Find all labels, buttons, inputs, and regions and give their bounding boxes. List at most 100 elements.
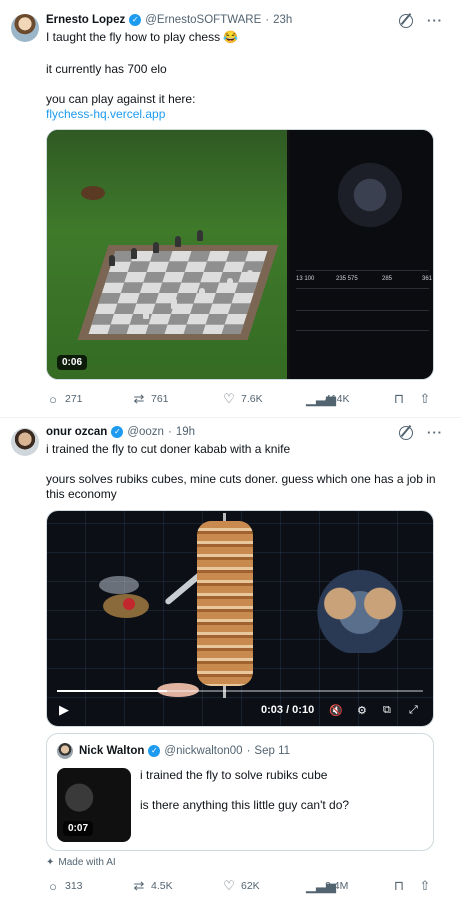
quote-video-thumbnail[interactable]: 0:07 [57,768,131,842]
chess-scene [47,130,287,379]
tweet-header: Ernesto Lopez ✓ @ErnestoSOFTWARE · 23h [46,14,292,26]
reply-icon: ○ [49,391,57,407]
tweet-text-line: yours solves rubiks cubes, mine cuts don… [46,472,436,486]
reply-button[interactable]: ○ 271 [46,392,108,407]
video-player[interactable]: ▶ 0:03 / 0:10 🔇 ⚙ ⧉ ⤢ [46,510,434,727]
views-button[interactable]: ▁▃▅ 2.4M [306,878,388,894]
separator-dot: · [246,745,251,757]
tweet-time[interactable]: 19h [176,426,195,438]
doner-kebab [197,521,253,686]
author-name[interactable]: Nick Walton [79,745,144,757]
stat-value: 235 575 [336,276,358,282]
tweet-time[interactable]: Sep 11 [254,745,290,757]
views-button[interactable]: ▁▃▅ 414K [306,391,388,407]
tweet-actions: ○ 271 ⇄ 761 ♡ 7.6K ▁▃▅ 414K ⊓ ⇧ [46,391,434,407]
author-name[interactable]: Ernesto Lopez [46,14,125,26]
separator-dot: · [167,426,172,438]
retweet-count: 4.5K [151,880,173,892]
more-icon[interactable]: ··· [427,13,443,28]
share-icon[interactable]: ⇧ [418,391,432,407]
tweet-header-actions: ··· [399,13,443,28]
views-icon: ▁▃▅ [306,391,336,406]
fly-brain-image [310,563,410,653]
like-count: 7.6K [241,393,263,405]
author-handle[interactable]: @oozn [127,426,164,438]
stat-value: 13 100 [296,276,315,282]
tweet-text-line: i trained the fly to cut doner kabab wit… [46,442,291,456]
chess-piece [109,255,115,266]
like-button[interactable]: ♡ 62K [222,878,304,894]
ai-sparkle-icon: ✦ [46,857,55,868]
chess-piece [143,308,149,319]
mute-icon[interactable]: 🔇 [329,704,343,717]
author-handle[interactable]: @ErnestoSOFTWARE [145,14,261,26]
views-count: 414K [325,393,350,405]
pip-icon[interactable]: ⧉ [383,704,391,717]
separator-dot: · [265,14,270,26]
tweet-link[interactable]: flychess-hq.vercel.app [46,107,165,121]
like-button[interactable]: ♡ 7.6K [222,391,304,407]
chess-piece [199,288,205,299]
quoted-tweet[interactable]: Nick Walton ✓ @nickwalton00 · Sep 11 0:0… [46,733,434,851]
heart-icon: ♡ [223,878,235,893]
video-controls: ▶ 0:03 / 0:10 🔇 ⚙ ⧉ ⤢ [47,694,433,726]
avatar[interactable] [11,428,39,456]
settings-gear-icon[interactable]: ⚙ [357,704,367,717]
stat-value: 285 [382,276,393,282]
grok-icon[interactable] [399,425,413,440]
bookmark-icon[interactable]: ⊓ [392,391,406,407]
chess-piece [247,270,253,281]
tweet-text-line: you can play against it here: [46,92,196,106]
made-with-ai-label[interactable]: ✦ Made with AI [46,857,116,868]
avatar[interactable] [57,743,73,759]
tweet[interactable]: Ernesto Lopez ✓ @ErnestoSOFTWARE · 23h ·… [0,0,461,418]
share-icon[interactable]: ⇧ [418,878,432,894]
fly-figure [93,576,163,631]
play-icon[interactable]: ▶ [59,702,69,718]
views-count: 2.4M [325,880,349,892]
reply-icon: ○ [49,878,57,894]
video-progress-bar[interactable] [57,690,423,692]
chess-piece [227,278,233,289]
grok-icon[interactable] [399,13,413,28]
author-name[interactable]: onur ozcan [46,426,107,438]
like-count: 62K [241,880,260,892]
author-handle[interactable]: @nickwalton00 [164,745,242,757]
retweet-icon: ⇄ [133,391,145,406]
tweet-text-line: this economy [46,487,117,501]
chess-piece [131,248,137,259]
reply-button[interactable]: ○ 313 [46,879,108,894]
bookmark-icon[interactable]: ⊓ [392,878,406,894]
tweet-time[interactable]: 23h [273,14,292,26]
verified-badge-icon: ✓ [148,745,161,757]
tweet-header-actions: ··· [399,425,443,440]
chess-piece [171,298,177,309]
retweet-icon: ⇄ [133,878,145,893]
avatar[interactable] [11,14,39,42]
quote-text-line: i trained the fly to solve rubiks cube [140,768,328,782]
neural-activity-panel: 13 100 235 575 285 361 [290,130,433,379]
views-icon: ▁▃▅ [306,878,336,893]
tweet-text-line: it currently has 700 elo [46,62,167,76]
fullscreen-icon[interactable]: ⤢ [409,704,418,717]
reply-count: 271 [65,393,83,405]
retweet-button[interactable]: ⇄ 4.5K [132,878,214,894]
retweet-button[interactable]: ⇄ 761 [132,391,214,407]
quote-header: Nick Walton ✓ @nickwalton00 · Sep 11 [79,745,290,757]
chess-board [77,245,279,340]
video-player[interactable]: 13 100 235 575 285 361 0:06 [46,129,434,380]
more-icon[interactable]: ··· [427,425,443,440]
video-time: 0:03 / 0:10 [261,704,315,716]
quote-text-line: is there anything this little guy can't … [140,798,350,812]
chess-piece [197,230,203,241]
video-duration: 0:06 [57,355,88,370]
chess-piece [153,242,159,253]
tweet-actions: ○ 313 ⇄ 4.5K ♡ 62K ▁▃▅ 2.4M ⊓ ⇧ [46,878,434,894]
verified-badge-icon: ✓ [111,426,124,438]
stat-value: 361 [422,276,433,282]
video-duration: 0:07 [63,821,94,836]
chess-piece [175,236,181,247]
reply-count: 313 [65,880,83,892]
fly-figure [81,186,105,200]
heart-icon: ♡ [223,391,235,406]
